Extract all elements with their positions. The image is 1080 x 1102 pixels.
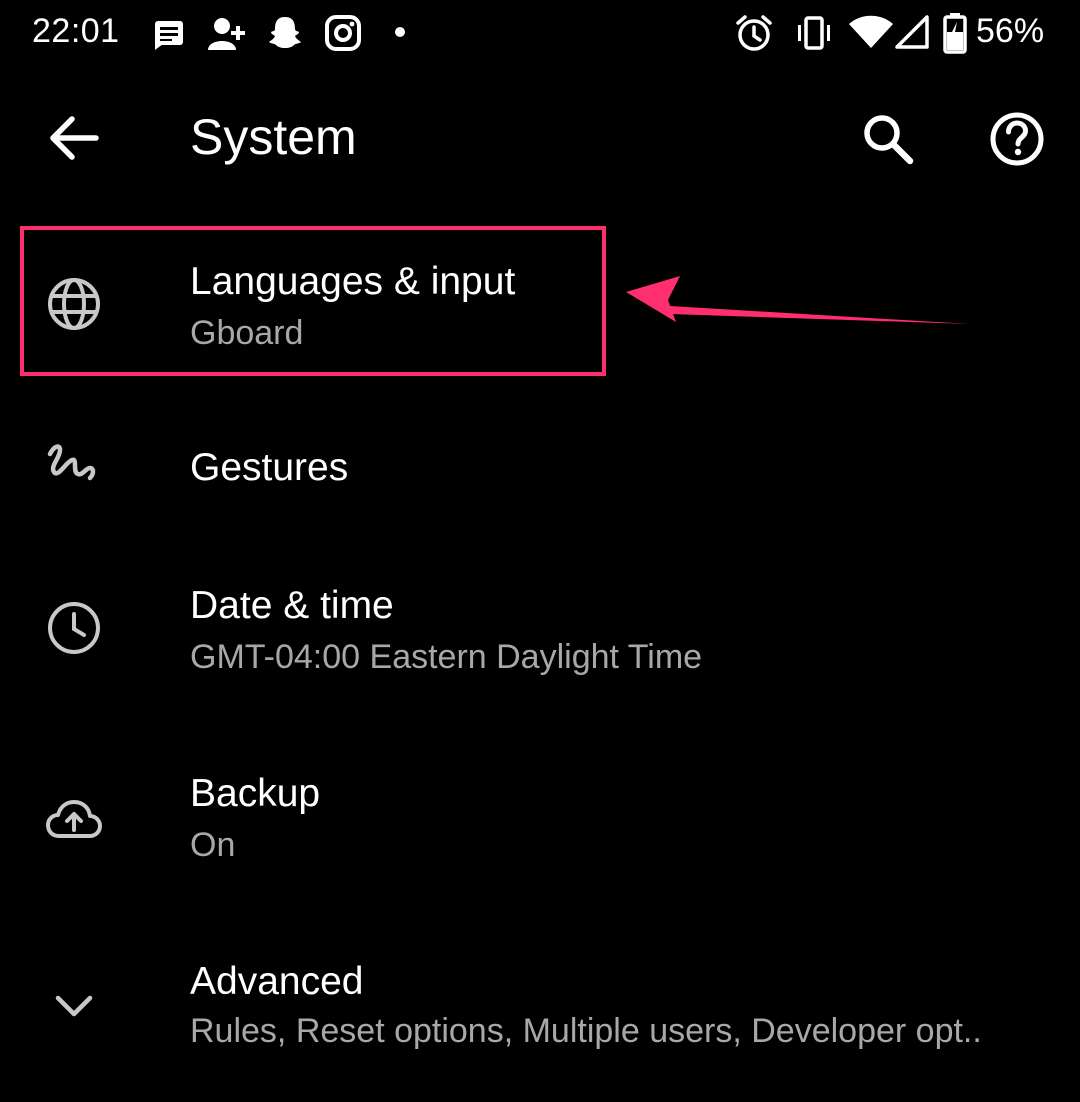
- item-subtitle: On: [190, 826, 236, 864]
- globe-icon: [48, 278, 100, 330]
- settings-item-backup[interactable]: Backup On: [0, 750, 1080, 910]
- snapchat-icon: [269, 17, 301, 48]
- item-subtitle: GMT-04:00 Eastern Daylight Time: [190, 638, 703, 676]
- chevron-down-icon: [55, 995, 93, 1017]
- item-title: Date & time: [190, 584, 394, 627]
- signal-icon: [895, 15, 929, 49]
- vibrate-icon: [798, 16, 830, 50]
- battery-percent: 56%: [976, 12, 1045, 50]
- clock-icon: [48, 602, 100, 654]
- cloud-upload-icon: [46, 800, 102, 838]
- item-subtitle: Gboard: [190, 314, 304, 352]
- settings-item-gestures[interactable]: Gestures: [0, 400, 1080, 540]
- search-icon: [864, 115, 914, 165]
- battery-charging-icon: [943, 13, 967, 54]
- item-title: Gestures: [190, 446, 349, 489]
- wifi-icon: [849, 15, 893, 48]
- item-title: Advanced: [190, 960, 364, 1003]
- instagram-icon: [325, 15, 361, 51]
- item-subtitle: Rules, Reset options, Multiple users, De…: [190, 1012, 982, 1050]
- dot-icon: [395, 27, 405, 37]
- settings-item-advanced[interactable]: Advanced Rules, Reset options, Multiple …: [0, 940, 1080, 1090]
- add-contact-icon: [208, 18, 245, 50]
- settings-item-languages-input[interactable]: Languages & input Gboard: [0, 226, 1080, 376]
- back-button[interactable]: [40, 108, 110, 168]
- app-bar: System: [0, 68, 1080, 208]
- search-button[interactable]: [856, 108, 922, 168]
- messages-icon: [155, 21, 183, 50]
- alarm-icon: [736, 15, 772, 51]
- status-bar: 22:01 56%: [0, 0, 1080, 68]
- settings-item-date-time[interactable]: Date & time GMT-04:00 Eastern Daylight T…: [0, 560, 1080, 720]
- back-arrow-icon: [50, 116, 99, 160]
- page-title: System: [190, 109, 357, 165]
- item-title: Languages & input: [190, 260, 516, 303]
- help-button[interactable]: [984, 106, 1050, 172]
- status-time: 22:01: [32, 12, 120, 50]
- item-title: Backup: [190, 772, 321, 815]
- help-icon: [990, 112, 1044, 166]
- gesture-icon: [47, 444, 96, 481]
